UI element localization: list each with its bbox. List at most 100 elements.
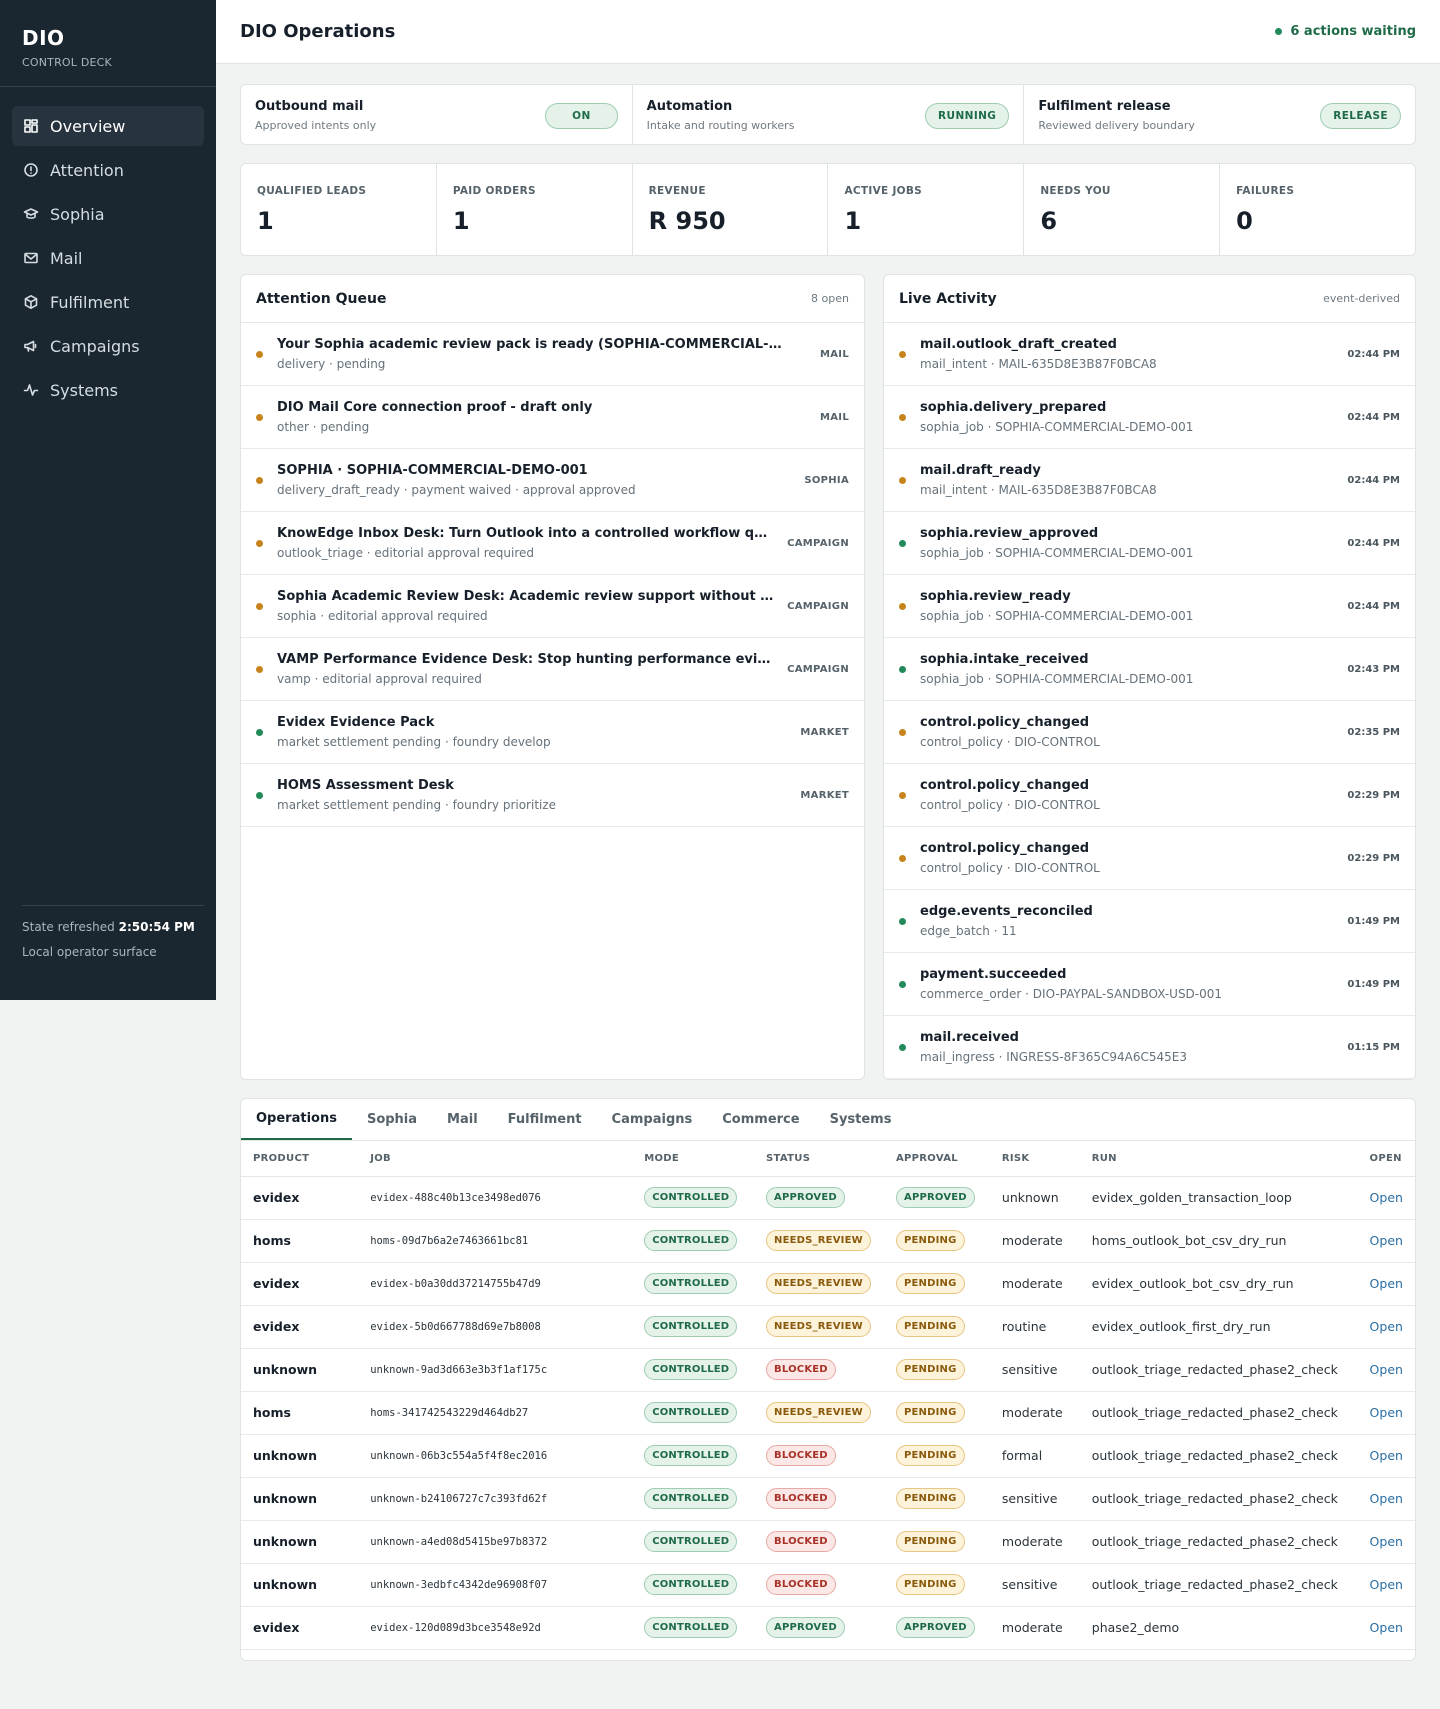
fulfilment-release-button[interactable]: RELEASE — [1320, 103, 1402, 129]
status-dot-icon — [899, 917, 906, 925]
sidebar-item-fulfilment[interactable]: Fulfilment — [12, 282, 204, 322]
open-link[interactable]: Open — [1370, 1491, 1403, 1506]
tab-commerce[interactable]: Commerce — [707, 1099, 814, 1140]
activity-event-detail: sophia_job · SOPHIA-COMMERCIAL-DEMO-001 — [920, 609, 1194, 623]
activity-event-detail: edge_batch · 11 — [920, 924, 1017, 938]
open-link[interactable]: Open — [1370, 1319, 1403, 1334]
activity-event-detail: sophia_job · SOPHIA-COMMERCIAL-DEMO-001 — [920, 546, 1194, 560]
activity-item-body: edge.events_reconciled edge_batch · 11 — [920, 904, 1335, 938]
mode-badge: CONTROLLED — [644, 1402, 738, 1423]
brand-title: DIO — [22, 26, 65, 50]
activity-event-name: control.policy_changed — [920, 778, 1090, 793]
kpi-label: FAILURES — [1236, 185, 1295, 197]
column-header-status[interactable]: STATUS — [754, 1141, 884, 1177]
outbound-mail-toggle-button[interactable]: ON — [545, 103, 618, 129]
sidebar-item-overview[interactable]: Overview — [12, 106, 204, 146]
approval-cell: PENDING — [884, 1262, 990, 1306]
activity-item[interactable]: mail.outlook_draft_created mail_intent · … — [884, 323, 1415, 386]
sidebar-item-label: Systems — [50, 380, 118, 400]
column-header-risk[interactable]: RISK — [989, 1141, 1080, 1177]
status-dot-icon — [899, 1043, 906, 1051]
open-cell: Open — [1357, 1219, 1415, 1263]
run-cell: evidex_outlook_bot_csv_dry_run — [1079, 1262, 1358, 1306]
sidebar-item-attention[interactable]: Attention — [12, 150, 204, 190]
open-link[interactable]: Open — [1370, 1233, 1403, 1248]
panel-title: Attention Queue — [256, 290, 387, 307]
attention-item[interactable]: HOMS Assessment Desk market settlement pe… — [241, 764, 864, 827]
status-cell: BLOCKED — [754, 1520, 884, 1564]
risk-cell: sensitive — [989, 1477, 1080, 1521]
product-cell: unknown — [241, 1520, 359, 1564]
open-link[interactable]: Open — [1370, 1362, 1403, 1377]
control-fulfilment-release: Fulfilment release Reviewed delivery bou… — [1024, 85, 1415, 144]
column-header-mode[interactable]: MODE — [632, 1141, 755, 1177]
activity-item[interactable]: sophia.intake_received sophia_job · SOPHI… — [884, 638, 1415, 701]
activity-item[interactable]: sophia.review_ready sophia_job · SOPHIA-C… — [884, 575, 1415, 638]
approval-cell: PENDING — [884, 1305, 990, 1349]
sidebar-item-systems[interactable]: Systems — [12, 370, 204, 410]
attention-item-body: SOPHIA · SOPHIA-COMMERCIAL-DEMO-001 deliv… — [277, 463, 792, 497]
activity-time: 01:49 PM — [1347, 978, 1400, 990]
attention-item[interactable]: Your Sophia academic review pack is read… — [241, 323, 864, 386]
tab-systems[interactable]: Systems — [815, 1099, 907, 1140]
attention-item[interactable]: VAMP Performance Evidence Desk: Stop hun… — [241, 638, 864, 701]
tab-sophia[interactable]: Sophia — [352, 1099, 432, 1140]
open-link[interactable]: Open — [1370, 1620, 1403, 1635]
attention-item[interactable]: SOPHIA · SOPHIA-COMMERCIAL-DEMO-001 deliv… — [241, 449, 864, 512]
mode-cell: CONTROLLED — [632, 1391, 755, 1435]
open-link[interactable]: Open — [1370, 1405, 1403, 1420]
panel-title: Live Activity — [899, 290, 997, 307]
tab-mail[interactable]: Mail — [432, 1099, 493, 1140]
approval-cell: PENDING — [884, 1477, 990, 1521]
open-cell: Open — [1357, 1176, 1415, 1220]
attention-item[interactable]: DIO Mail Core connection proof - draft o… — [241, 386, 864, 449]
sidebar-item-sophia[interactable]: Sophia — [12, 194, 204, 234]
activity-item-body: sophia.delivery_prepared sophia_job · SOP… — [920, 400, 1335, 434]
tab-campaigns[interactable]: Campaigns — [597, 1099, 708, 1140]
activity-item[interactable]: sophia.delivery_prepared sophia_job · SOP… — [884, 386, 1415, 449]
attention-item-tag: MAIL — [820, 411, 849, 423]
column-header-open[interactable]: OPEN — [1357, 1141, 1415, 1177]
open-cell: Open — [1357, 1434, 1415, 1478]
actions-waiting-indicator[interactable]: 6 actions waiting — [1275, 24, 1416, 39]
open-link[interactable]: Open — [1370, 1190, 1403, 1205]
activity-item[interactable]: payment.succeeded commerce_order · DIO-PA… — [884, 953, 1415, 1016]
column-header-approval[interactable]: APPROVAL — [884, 1141, 990, 1177]
open-link[interactable]: Open — [1370, 1534, 1403, 1549]
open-link[interactable]: Open — [1370, 1448, 1403, 1463]
tab-operations[interactable]: Operations — [241, 1099, 352, 1140]
activity-item[interactable]: control.policy_changed control_policy · D… — [884, 827, 1415, 890]
activity-item[interactable]: edge.events_reconciled edge_batch · 11 01:… — [884, 890, 1415, 953]
mode-badge: CONTROLLED — [644, 1617, 738, 1638]
activity-item[interactable]: control.policy_changed control_policy · D… — [884, 701, 1415, 764]
kpi-needs-you: NEEDS YOU 6 — [1024, 164, 1221, 255]
sidebar-item-campaigns[interactable]: Campaigns — [12, 326, 204, 366]
attention-item[interactable]: Evidex Evidence Pack market settlement pe… — [241, 701, 864, 764]
status-badge: NEEDS_REVIEW — [766, 1316, 871, 1337]
attention-item[interactable]: KnowEdge Inbox Desk: Turn Outlook into a… — [241, 512, 864, 575]
column-header-job[interactable]: JOB — [358, 1141, 633, 1177]
activity-item[interactable]: mail.draft_ready mail_intent · MAIL-635D8… — [884, 449, 1415, 512]
open-cell: Open — [1357, 1606, 1415, 1650]
activity-item[interactable]: mail.received mail_ingress · INGRESS-8F36… — [884, 1016, 1415, 1079]
attention-item[interactable]: Sophia Academic Review Desk: Academic re… — [241, 575, 864, 638]
kpi-label: REVENUE — [648, 185, 706, 197]
job-id-cell: evidex-b0a30dd37214755b47d9 — [358, 1262, 633, 1306]
tab-bar: Operations Sophia Mail Fulfilment Campaigns C… — [241, 1099, 1415, 1141]
open-link[interactable]: Open — [1370, 1276, 1403, 1291]
status-dot-icon — [256, 665, 263, 673]
automation-toggle-button[interactable]: RUNNING — [925, 103, 1010, 129]
column-header-product[interactable]: PRODUCT — [241, 1141, 359, 1177]
open-link[interactable]: Open — [1370, 1577, 1403, 1592]
table-row: evidex evidex-5b0d667788d69e7b8008 CONTROL… — [241, 1305, 1415, 1349]
tab-fulfilment[interactable]: Fulfilment — [493, 1099, 597, 1140]
sidebar-item-mail[interactable]: Mail — [12, 238, 204, 278]
status-dot-icon — [256, 602, 263, 610]
activity-item[interactable]: control.policy_changed control_policy · D… — [884, 764, 1415, 827]
status-dot-icon — [899, 413, 906, 421]
approval-badge: PENDING — [896, 1316, 965, 1337]
table-row: unknown unknown-9ad3d663e3b3f1af175c CONTR… — [241, 1348, 1415, 1392]
column-header-run[interactable]: RUN — [1079, 1141, 1358, 1177]
activity-item[interactable]: sophia.review_approved sophia_job · SOPHI… — [884, 512, 1415, 575]
sidebar-item-label: Fulfilment — [50, 292, 130, 312]
